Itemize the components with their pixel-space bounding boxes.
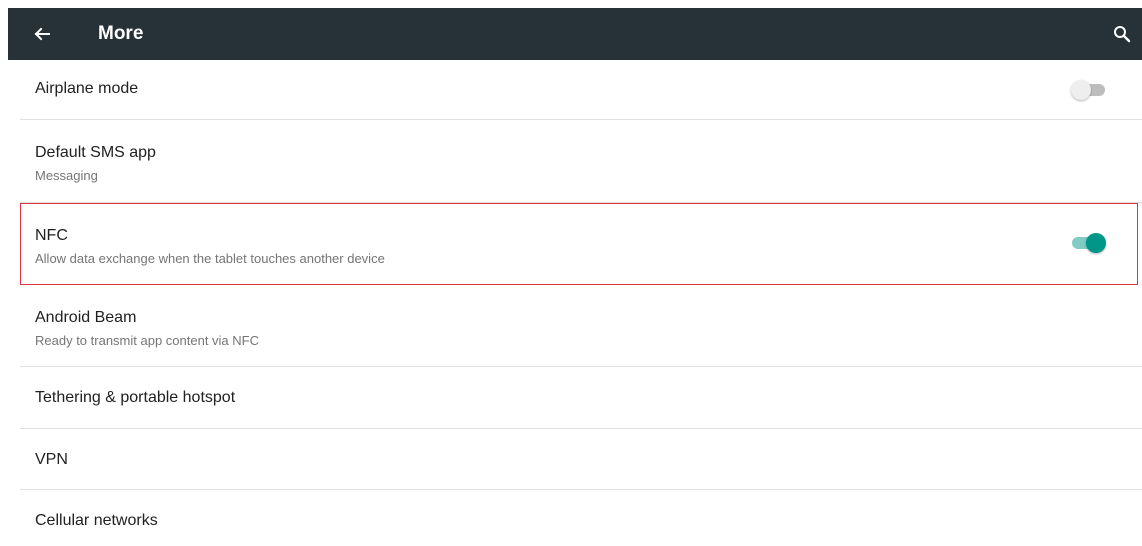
- setting-title: Cellular networks: [35, 512, 158, 529]
- setting-android-beam[interactable]: Android Beam Ready to transmit app conte…: [20, 285, 1142, 367]
- setting-title: Tethering & portable hotspot: [35, 389, 236, 406]
- setting-title: VPN: [35, 451, 68, 468]
- settings-screen: More Airplane mode Default SMS app Messa…: [0, 0, 1142, 546]
- setting-tethering-hotspot[interactable]: Tethering & portable hotspot: [20, 367, 1142, 429]
- search-icon: [1114, 26, 1131, 43]
- setting-cellular-networks[interactable]: Cellular networks: [20, 490, 1142, 546]
- setting-subtitle: Allow data exchange when the tablet touc…: [35, 251, 385, 266]
- setting-vpn[interactable]: VPN: [20, 429, 1142, 490]
- setting-title: Airplane mode: [35, 80, 139, 97]
- setting-nfc[interactable]: NFC Allow data exchange when the tablet …: [20, 203, 1138, 285]
- setting-subtitle: Ready to transmit app content via NFC: [35, 333, 259, 348]
- setting-subtitle: Messaging: [35, 168, 98, 183]
- toggle-thumb: [1071, 80, 1091, 100]
- app-toolbar: More: [8, 8, 1142, 60]
- page-title: More: [98, 23, 144, 44]
- setting-title: Android Beam: [35, 309, 137, 326]
- setting-title: NFC: [35, 227, 68, 244]
- airplane-mode-toggle[interactable]: [1071, 80, 1107, 100]
- toggle-thumb: [1086, 233, 1106, 253]
- nfc-toggle[interactable]: [1070, 233, 1106, 253]
- setting-default-sms-app[interactable]: Default SMS app Messaging: [20, 120, 1142, 203]
- back-button[interactable]: [26, 18, 58, 50]
- settings-list: Airplane mode Default SMS app Messaging …: [20, 60, 1142, 546]
- setting-airplane-mode[interactable]: Airplane mode: [20, 60, 1142, 120]
- search-button[interactable]: [1106, 18, 1138, 50]
- arrow-back-icon: [34, 27, 50, 41]
- setting-title: Default SMS app: [35, 144, 156, 161]
